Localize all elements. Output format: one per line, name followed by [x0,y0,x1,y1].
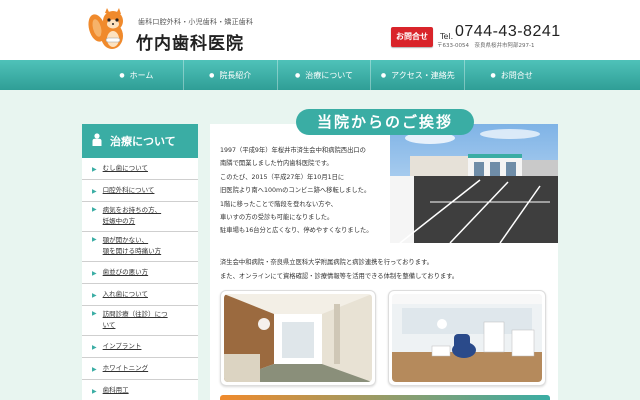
sidebar-item-implants[interactable]: ▶ インプラント [82,336,198,358]
greeting-line: 駐車場も16台分と広くなり、停めやすくなりました。 [220,227,373,235]
treatment-room-photo-card [388,290,546,386]
nav-item-label: お問合せ [500,70,533,80]
nav-item-home[interactable]: ● ホーム [90,60,183,90]
sidebar-item-label: 口腔外科について [102,186,155,194]
hallway-photo-card [220,290,376,386]
contact-button[interactable]: お問合せ [391,27,433,47]
greeting-line: 車いすの方の受診も可能になりました。 [220,214,334,222]
sidebar-item-label: 訪問診療（往診）につ いて [102,310,168,329]
bullet-icon: ● [119,71,125,79]
sidebar-item-label: 歯科用工 [102,386,129,394]
section-divider [220,395,550,400]
greeting-line: 1997（平成9年）年桜井市済生会中和病院西出口の [220,147,366,154]
arrow-right-icon: ▶ [92,291,97,299]
sidebar: 治療について ▶ むし歯について ▶ 口腔外科について ▶ 病気をお持ちの方、 妊娠中の… [82,124,198,400]
clinic-tagline: 歯科口腔外科・小児歯科・矯正歯科 [138,18,254,26]
arrow-right-icon: ▶ [92,206,97,213]
greeting-title: 当院からのご挨拶 [296,109,474,135]
sidebar-header: 治療について [82,124,198,158]
bullet-icon: ● [209,71,215,79]
sidebar-item-jaw-pain[interactable]: ▶ 顎が開かない、 顎を開ける時痛い方 [82,232,198,262]
sidebar-item-label: 入れ歯について [102,290,148,298]
greeting-line: 旧医院より南へ100mのコンビニ跡へ移転しました。 [220,187,371,195]
arrow-right-icon: ▶ [92,187,97,195]
sidebar-list: ▶ むし歯について ▶ 口腔外科について ▶ 病気をお持ちの方、 妊娠中の方 ▶ 顎が開か… [82,158,198,400]
sidebar-item-label: インプラント [102,342,142,350]
bullet-icon: ● [294,71,301,79]
nav-item-label: アクセス・連絡先 [391,70,455,80]
arrow-right-icon: ▶ [92,387,97,395]
nav-item-label: 治療について [305,70,353,80]
sidebar-item-label: むし歯について [102,164,148,172]
arrow-right-icon: ▶ [92,310,97,317]
clinic-exterior-photo [390,124,558,243]
note-line: また、オンラインにて資格確認・診療情報等を活用できる体制を整備しております。 [220,272,459,280]
sidebar-item-dental-tech[interactable]: ▶ 歯科用工 [82,380,198,400]
sidebar-item-whitening[interactable]: ▶ ホワイトニング [82,358,198,380]
main-nav: ● ホーム ● 院長紹介 ● 治療について ● アクセス・連絡先 ● お問合せ [0,60,640,90]
greeting-line: 南隣で開業しました竹内歯科医院です。 [220,160,333,168]
treatment-room-photo [392,294,542,382]
sidebar-item-label: ホワイトニング [102,364,149,372]
arrow-right-icon: ▶ [92,165,97,173]
sidebar-item-label: 顎が開かない、 顎を開ける時痛い方 [102,236,162,255]
sidebar-item-label: 病気をお持ちの方、 妊娠中の方 [102,206,162,225]
note-line: 済生会中和病院・奈良県立医科大学附属病院と病診連携を行っております。 [220,259,433,266]
greeting-line: 1階に移ったことで階段を登れない方や、 [220,200,337,208]
sidebar-title: 治療について [110,135,176,148]
nav-item-label: ホーム [129,70,154,80]
main-content: 当院からのご挨拶 1997（平成9年）年桜井市済生会中和病院西出口の 南隣で開業… [210,109,558,400]
person-icon [92,133,102,149]
greeting-text: 1997（平成9年）年桜井市済生会中和病院西出口の 南隣で開業しました竹内歯科医… [220,144,395,238]
sidebar-item-cavities[interactable]: ▶ むし歯について [82,158,198,180]
site-header: 歯科口腔外科・小児歯科・矯正歯科 竹内歯科医院 お問合せ Tel. 0744-4… [0,0,640,60]
hallway-photo [224,294,372,382]
nav-item-treatment[interactable]: ● 治療について [276,60,371,90]
squirrel-mascot-logo[interactable] [88,8,128,52]
phone-number[interactable]: 0744-43-8241 [455,23,561,41]
bullet-icon: ● [490,71,496,79]
arrow-right-icon: ▶ [92,269,97,277]
sidebar-item-orthodontics[interactable]: ▶ 歯並びの悪い方 [82,262,198,284]
cooperation-notes: 済生会中和病院・奈良県立医科大学附属病院と病診連携を行っております。 また、オン… [220,256,458,283]
clinic-address: 〒633-0054 奈良県桜井市阿部297-1 [437,43,535,49]
tel-label: Tel. [440,32,454,41]
sidebar-item-home-visits[interactable]: ▶ 訪問診療（往診）につ いて [82,306,198,336]
nav-item-director[interactable]: ● 院長紹介 [182,60,277,90]
arrow-right-icon: ▶ [92,365,97,373]
nav-item-label: 院長紹介 [219,70,252,80]
sidebar-item-oral-surgery[interactable]: ▶ 口腔外科について [82,180,198,202]
site-name[interactable]: 竹内歯科医院 [136,29,244,54]
nav-item-access[interactable]: ● アクセス・連絡先 [370,60,464,90]
greeting-line: このたび、2015（平成27年）年10月1日に [220,173,345,181]
sidebar-item-illness-pregnancy[interactable]: ▶ 病気をお持ちの方、 妊娠中の方 [82,202,198,232]
arrow-right-icon: ▶ [92,343,97,351]
sidebar-item-label: 歯並びの悪い方 [102,268,149,276]
bullet-icon: ● [380,71,387,79]
arrow-right-icon: ▶ [92,236,97,243]
nav-item-contact[interactable]: ● お問合せ [464,60,558,90]
sidebar-item-dentures[interactable]: ▶ 入れ歯について [82,284,198,306]
